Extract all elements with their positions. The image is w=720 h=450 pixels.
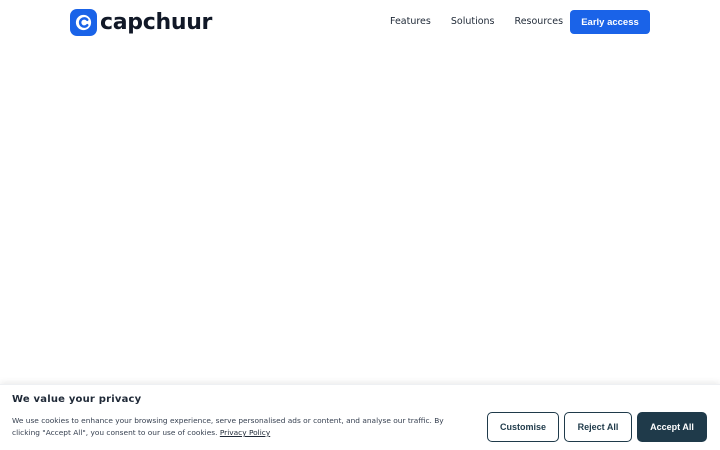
early-access-button[interactable]: Early access — [570, 10, 650, 34]
main-nav: Features Solutions Resources — [390, 10, 583, 34]
logo-link[interactable]: capchuur — [70, 9, 212, 36]
nav-resources[interactable]: Resources — [515, 10, 564, 34]
capchuur-logo-icon — [70, 9, 97, 36]
site-header: capchuur Features Solutions Resources Ea… — [0, 0, 720, 46]
reject-all-button[interactable]: Reject All — [564, 412, 632, 442]
cookie-title: We value your privacy — [12, 394, 142, 405]
nav-features[interactable]: Features — [390, 10, 431, 34]
cookie-description: We use cookies to enhance your browsing … — [12, 415, 462, 439]
logo-text: capchuur — [100, 10, 213, 35]
privacy-policy-link[interactable]: Privacy Policy — [220, 428, 270, 437]
nav-solutions[interactable]: Solutions — [451, 10, 495, 34]
accept-all-button[interactable]: Accept All — [637, 412, 707, 442]
page: capchuur Features Solutions Resources Ea… — [0, 0, 720, 450]
cookie-consent-banner: We value your privacy We use cookies to … — [0, 384, 720, 450]
customise-button[interactable]: Customise — [487, 412, 559, 442]
